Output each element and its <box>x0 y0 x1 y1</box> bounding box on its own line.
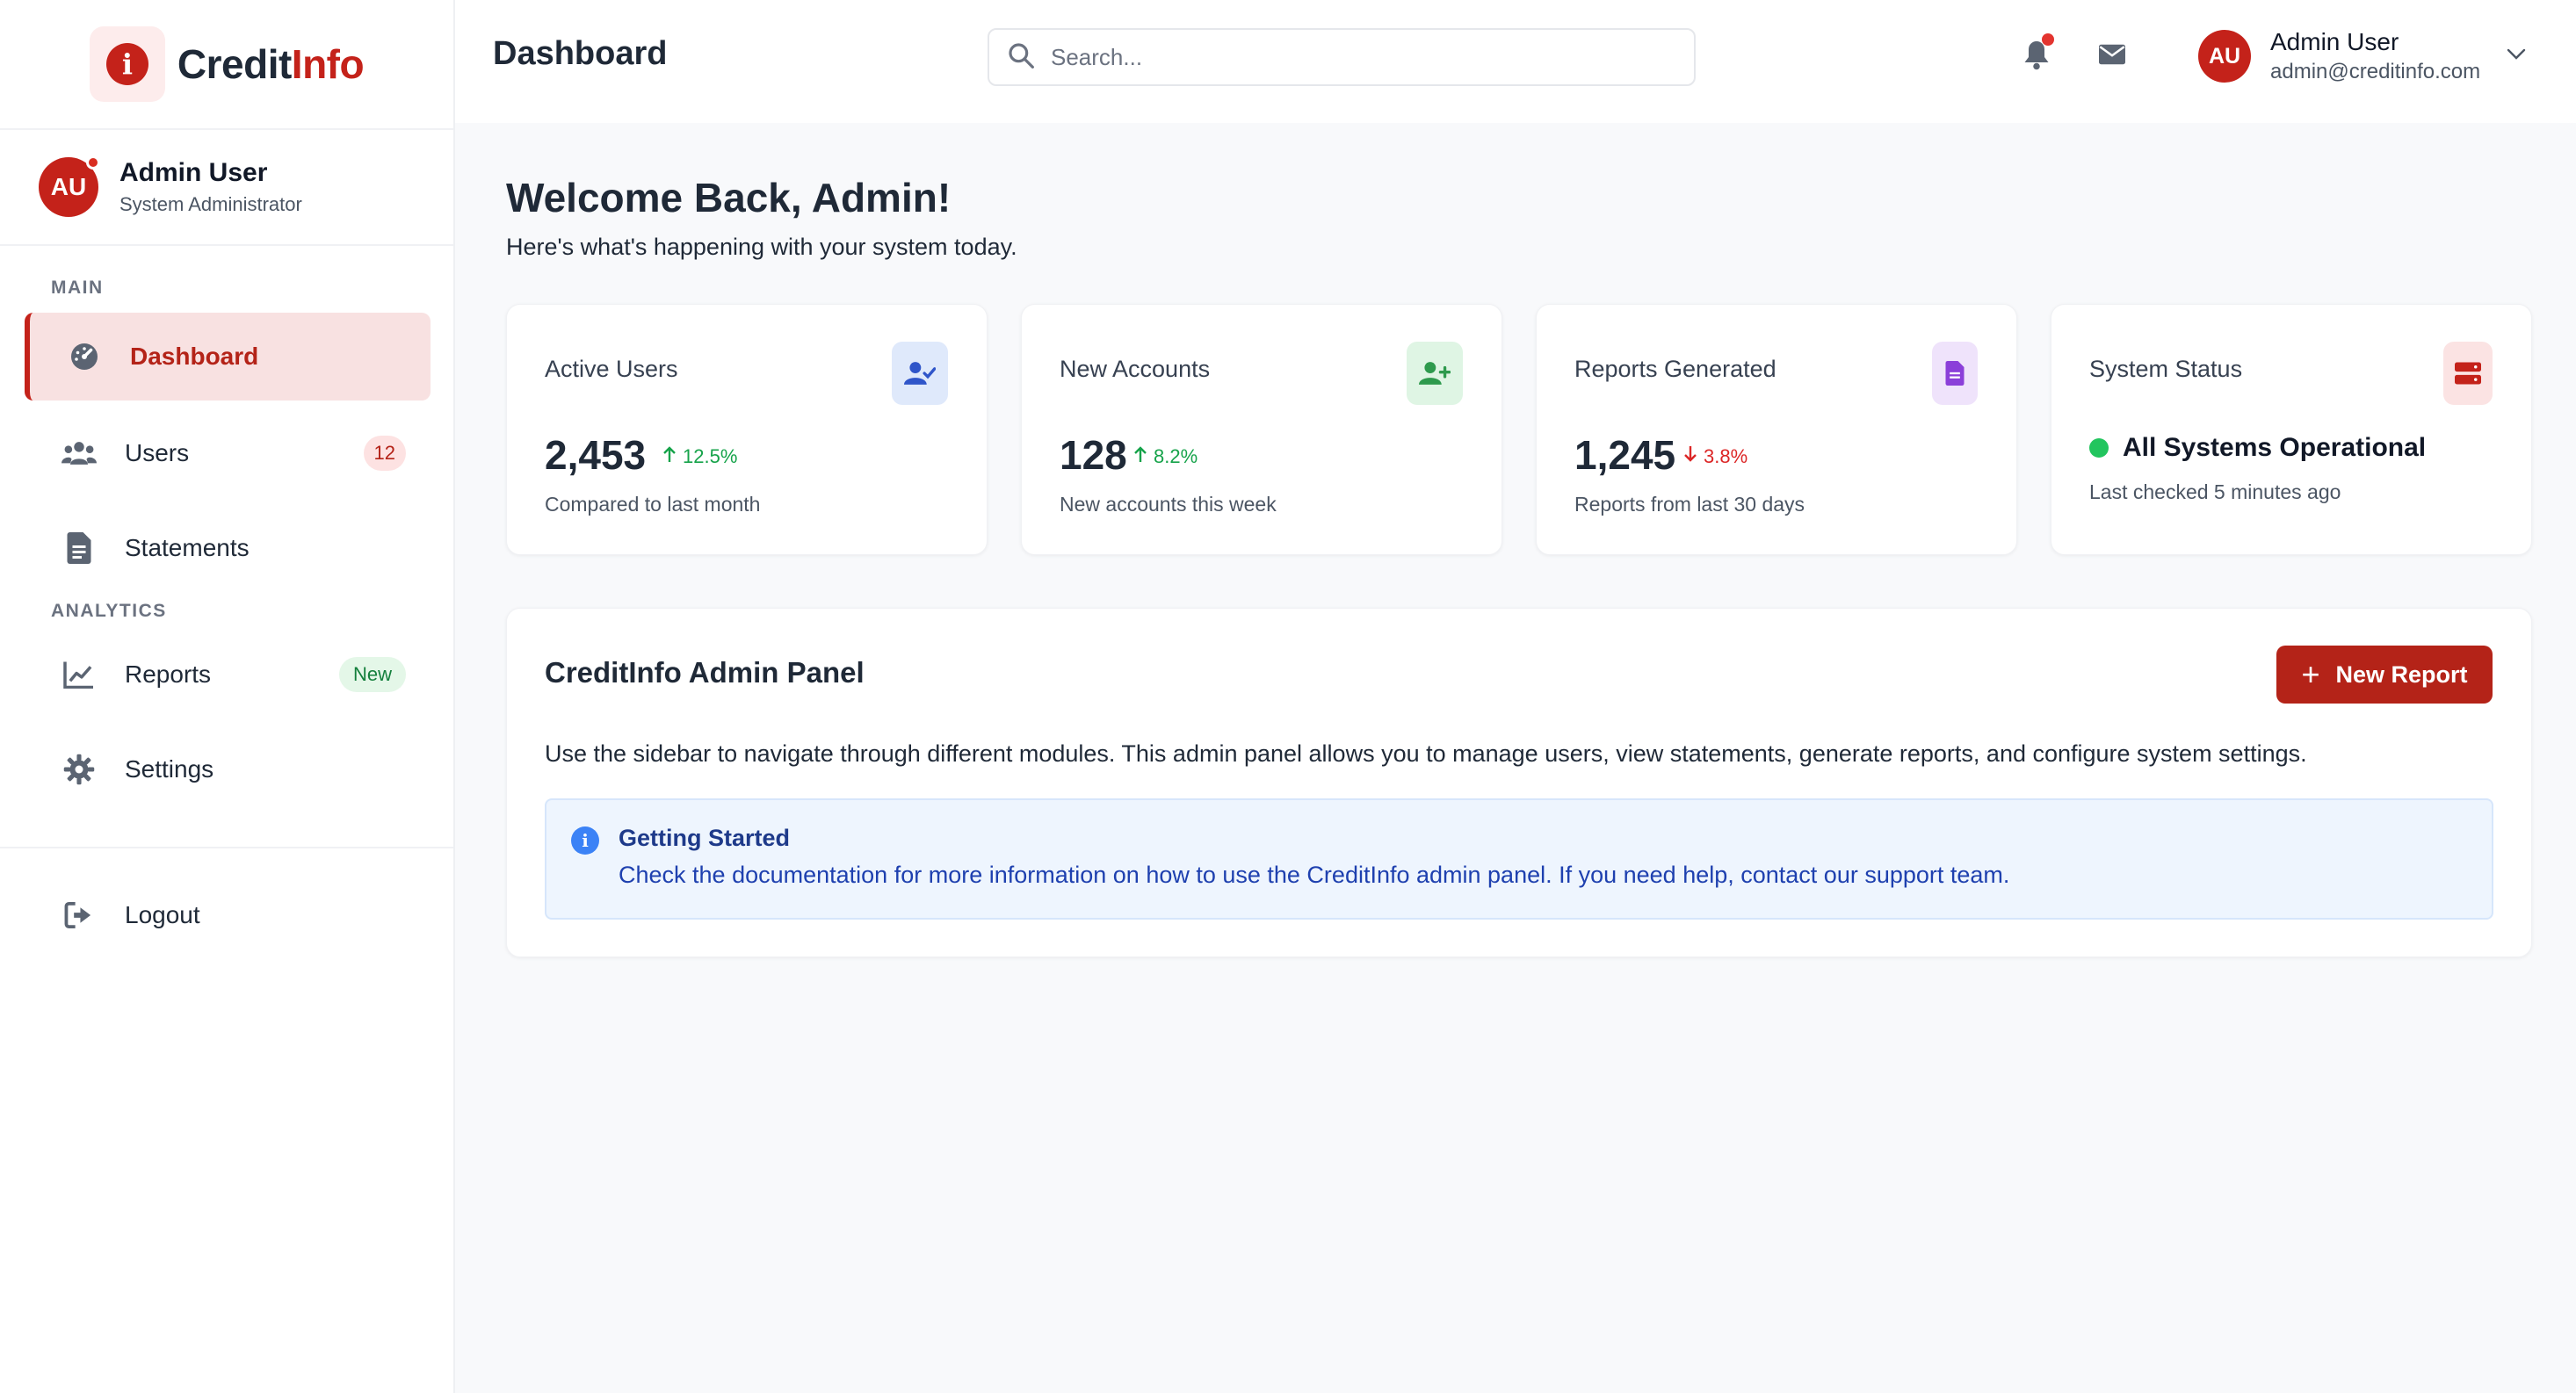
sidebar-item-label: Reports <box>125 660 212 688</box>
top-header: Dashboard AU Admin User admin@creditinfo… <box>455 0 2576 123</box>
stat-foot: Compared to last month <box>545 493 761 516</box>
user-check-icon <box>892 342 948 405</box>
stat-change: 8.2% <box>1132 445 1198 468</box>
brand-name: CreditInfo <box>177 40 365 88</box>
online-status-dot <box>86 155 100 170</box>
header-user-name: Admin User <box>2270 28 2399 55</box>
document-icon <box>62 530 97 566</box>
brand-name-part2: Info <box>291 41 365 87</box>
arrow-up-icon <box>1132 445 1148 468</box>
header-user-email: admin@creditinfo.com <box>2270 60 2481 83</box>
user-menu[interactable]: AU Admin User admin@creditinfo.com <box>2198 28 2526 84</box>
stat-change-value: 3.8% <box>1704 445 1748 467</box>
info-logo-icon: i <box>105 43 148 85</box>
notifications-button[interactable] <box>2019 33 2054 74</box>
alert-text: Check the documentation for more informa… <box>619 862 2010 888</box>
notification-dot <box>2042 33 2054 46</box>
stat-foot: New accounts this week <box>1060 493 1277 516</box>
sidebar-item-label: Logout <box>125 901 200 928</box>
new-report-button[interactable]: + New Report <box>2276 646 2493 704</box>
search-icon <box>1007 41 1035 74</box>
sidebar-item-label: Settings <box>125 755 214 783</box>
sidebar-item-label: Dashboard <box>130 343 259 370</box>
sidebar-item-label: Users <box>125 439 190 466</box>
sidebar-item-label: Statements <box>125 534 250 561</box>
sidebar-item-reports[interactable]: Reports New <box>25 631 431 718</box>
stat-card-new-accounts: New Accounts 128 8.2% New accounts this … <box>1021 304 1502 555</box>
sidebar-item-logout[interactable]: Logout <box>25 871 431 959</box>
arrow-up-icon <box>662 445 677 468</box>
brand-logo: i <box>89 26 165 102</box>
stat-change: 3.8% <box>1682 445 1747 468</box>
brand[interactable]: i CreditInfo <box>0 0 453 130</box>
envelope-icon <box>2099 44 2125 69</box>
chevron-down-icon <box>2507 48 2526 65</box>
stat-foot: Reports from last 30 days <box>1574 493 1805 516</box>
panel-title: CreditInfo Admin Panel <box>545 656 865 689</box>
stat-title: System Status <box>2089 356 2243 382</box>
sidebar-item-statements[interactable]: Statements <box>25 504 431 592</box>
section-label-analytics: ANALYTICS <box>51 601 167 621</box>
stat-change-value: 8.2% <box>1154 445 1198 467</box>
gauge-icon <box>67 339 102 374</box>
gear-icon <box>62 752 97 787</box>
plus-icon: + <box>2301 656 2320 692</box>
info-icon: i <box>571 826 599 855</box>
section-label-main: MAIN <box>51 278 104 298</box>
user-plus-icon <box>1407 342 1463 405</box>
stat-change-value: 12.5% <box>683 445 738 467</box>
server-icon <box>2443 342 2493 405</box>
avatar-initials: AU <box>50 173 87 200</box>
stat-foot: Last checked 5 minutes ago <box>2089 480 2341 503</box>
stat-value: 128 <box>1060 432 1127 478</box>
getting-started-alert: i Getting Started Check the documentatio… <box>545 798 2493 920</box>
messages-button[interactable] <box>2095 39 2130 74</box>
logout-icon <box>62 898 97 933</box>
welcome-subtitle: Here's what's happening with your system… <box>506 234 1017 260</box>
sidebar-divider <box>0 847 453 848</box>
sidebar: i CreditInfo AU Admin User System Admini… <box>0 0 455 1393</box>
profile-role: System Administrator <box>119 193 302 215</box>
welcome-title: Welcome Back, Admin! <box>506 175 952 220</box>
search-input[interactable] <box>1051 43 1666 71</box>
stat-title: Reports Generated <box>1574 356 1776 382</box>
stat-title: Active Users <box>545 356 678 382</box>
search-box[interactable] <box>988 28 1696 86</box>
file-icon <box>1932 342 1978 405</box>
sidebar-profile: AU Admin User System Administrator <box>0 130 453 246</box>
stat-card-system-status: System Status All Systems Operational La… <box>2051 304 2532 555</box>
stat-change: 12.5% <box>662 445 737 468</box>
status-text: All Systems Operational <box>2123 433 2427 462</box>
profile-name: Admin User <box>119 158 268 187</box>
system-status: All Systems Operational <box>2089 433 2426 463</box>
sidebar-item-settings[interactable]: Settings <box>25 725 431 813</box>
stat-title: New Accounts <box>1060 356 1211 382</box>
page-title: Dashboard <box>493 35 668 72</box>
alert-title: Getting Started <box>619 825 791 851</box>
stat-value: 1,245 <box>1574 432 1676 478</box>
status-indicator-dot <box>2089 438 2109 458</box>
arrow-down-icon <box>1682 445 1698 468</box>
avatar: AU <box>39 155 100 217</box>
users-icon <box>62 436 97 471</box>
brand-name-part1: Credit <box>177 41 292 87</box>
panel-description: Use the sidebar to navigate through diff… <box>545 740 2307 767</box>
new-report-label: New Report <box>2335 660 2468 688</box>
stat-card-reports-generated: Reports Generated 1,245 3.8% Reports fro… <box>1536 304 2017 555</box>
sidebar-item-dashboard[interactable]: Dashboard <box>25 313 431 401</box>
admin-panel-card: CreditInfo Admin Panel + New Report Use … <box>506 608 2532 957</box>
sidebar-item-users[interactable]: Users 12 <box>25 409 431 497</box>
reports-new-badge: New <box>338 657 406 692</box>
header-avatar: AU <box>2198 30 2251 83</box>
users-count-badge: 12 <box>363 436 406 471</box>
stat-value: 2,453 <box>545 432 647 478</box>
line-chart-icon <box>62 657 97 692</box>
stat-card-active-users: Active Users 2,453 12.5% Compared to las… <box>506 304 988 555</box>
